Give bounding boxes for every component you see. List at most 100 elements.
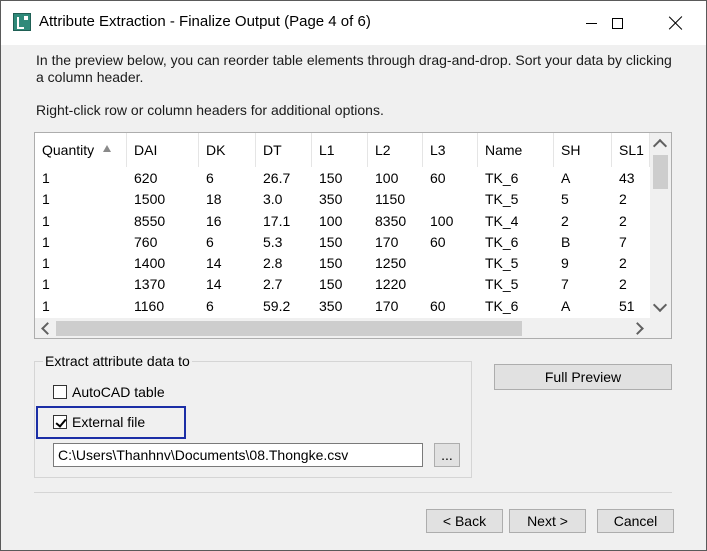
- table-cell: TK_5: [485, 255, 519, 272]
- table-cell: 1500: [134, 191, 166, 208]
- scroll-down-icon[interactable]: [652, 297, 668, 313]
- table-cell: 1: [42, 212, 50, 229]
- table-cell: 2.7: [263, 276, 283, 293]
- column-header-label: L1: [319, 142, 335, 158]
- scrollbar-corner: [650, 318, 671, 338]
- autocad-table-option[interactable]: AutoCAD table: [53, 384, 165, 400]
- window-title: Attribute Extraction - Finalize Output (…: [39, 13, 371, 30]
- instruction-text: In the preview below, you can reorder ta…: [36, 52, 672, 85]
- table-cell: 60: [430, 170, 446, 186]
- column-header[interactable]: DAI: [127, 133, 199, 167]
- browse-button[interactable]: ...: [434, 443, 460, 467]
- close-button[interactable]: [653, 1, 699, 45]
- table-cell: 6: [206, 170, 214, 186]
- table-cell: 5: [561, 191, 569, 208]
- table-cell: 150: [319, 170, 343, 186]
- table-cell: 1150: [375, 191, 406, 208]
- table-cell: 350: [319, 191, 343, 208]
- scroll-up-icon[interactable]: [652, 138, 668, 154]
- table-cell: 1: [42, 255, 50, 272]
- table-cell: 350: [319, 297, 343, 314]
- table-cell: 14: [206, 276, 222, 293]
- column-header[interactable]: SH: [554, 133, 612, 167]
- scroll-left-icon[interactable]: [41, 322, 54, 335]
- scroll-right-icon[interactable]: [631, 322, 644, 335]
- title-bar[interactable]: Attribute Extraction - Finalize Output (…: [1, 1, 706, 45]
- table-cell: 100: [319, 212, 343, 229]
- table-cell: 170: [375, 233, 399, 250]
- autocad-app-icon: [13, 13, 31, 31]
- column-header-label: L3: [430, 142, 446, 158]
- table-row[interactable]: 1 1370 14 2.7 150 1220 TK_5 7 2: [35, 274, 650, 295]
- column-header-label: L2: [375, 142, 391, 158]
- table-row[interactable]: 1 760 6 5.3 150 170 60 TK_6 B 7: [35, 232, 650, 253]
- cancel-button[interactable]: Cancel: [597, 509, 674, 533]
- table-cell: 620: [134, 170, 158, 186]
- maximize-icon: [611, 17, 623, 29]
- table-cell: 150: [319, 233, 343, 250]
- maximize-button[interactable]: [594, 1, 640, 45]
- table-cell: B: [561, 233, 571, 250]
- column-header-label: DT: [263, 142, 282, 158]
- table-cell: 150: [319, 276, 343, 293]
- table-cell: 3.0: [263, 191, 283, 208]
- table-cell: 1160: [134, 297, 165, 314]
- table-cell: 60: [430, 297, 446, 314]
- table-row[interactable]: 1 1160 6 59.2 350 170 60 TK_6 A 51: [35, 296, 650, 317]
- table-cell: 1: [42, 170, 50, 186]
- column-header[interactable]: SL1: [612, 133, 650, 167]
- table-cell: 150: [319, 255, 343, 272]
- grid-header[interactable]: Quantity DAI DK DT L1 L2 L3 Name SH SL1: [35, 133, 650, 167]
- table-cell: 2: [619, 255, 627, 272]
- table-cell: TK_6: [485, 297, 519, 314]
- table-row[interactable]: 1 620 6 26.7 150 100 60 TK_6 A 43: [35, 168, 650, 189]
- table-cell: 26.7: [263, 170, 291, 186]
- vertical-scrollbar[interactable]: [650, 133, 671, 318]
- column-header[interactable]: DK: [199, 133, 256, 167]
- table-cell: 2: [619, 212, 627, 229]
- table-cell: [423, 253, 478, 274]
- table-cell: 100: [430, 212, 454, 229]
- table-cell: 14: [206, 255, 222, 272]
- grid-body[interactable]: 1 620 6 26.7 150 100 60 TK_6 A 43 1 1500 18 3.0 350 115…: [35, 168, 650, 317]
- table-cell: TK_5: [485, 276, 519, 293]
- autocad-table-checkbox[interactable]: [53, 385, 67, 399]
- full-preview-button[interactable]: Full Preview: [494, 364, 672, 390]
- table-row[interactable]: 1 1400 14 2.8 150 1250 TK_5 9 2: [35, 253, 650, 274]
- column-header[interactable]: Name: [478, 133, 554, 167]
- extract-group-title: Extract attribute data to: [43, 353, 192, 369]
- column-header[interactable]: Quantity: [35, 133, 127, 167]
- column-header[interactable]: L2: [368, 133, 423, 167]
- table-cell: 760: [134, 233, 158, 250]
- table-cell: 7: [561, 276, 569, 293]
- sort-ascending-icon: [103, 145, 111, 152]
- table-cell: TK_4: [485, 212, 519, 229]
- table-row[interactable]: 1 1500 18 3.0 350 1150 TK_5 5 2: [35, 189, 650, 210]
- table-row[interactable]: 1 8550 16 17.1 100 8350 100 TK_4 2 2: [35, 211, 650, 232]
- column-header-label: DK: [206, 142, 226, 158]
- column-header[interactable]: L3: [423, 133, 478, 167]
- attribute-extraction-dialog: Attribute Extraction - Finalize Output (…: [0, 0, 707, 551]
- column-header[interactable]: L1: [312, 133, 368, 167]
- table-cell: 51: [619, 297, 635, 314]
- table-cell: [423, 274, 478, 295]
- table-cell: 1400: [134, 255, 166, 272]
- table-cell: 59.2: [263, 297, 291, 314]
- next-button[interactable]: Next >: [509, 509, 586, 533]
- horizontal-scroll-thumb[interactable]: [56, 321, 522, 336]
- table-cell: 2: [619, 276, 627, 293]
- back-button[interactable]: < Back: [426, 509, 503, 533]
- horizontal-scrollbar[interactable]: [35, 318, 650, 338]
- table-cell: 8350: [375, 212, 407, 229]
- vertical-scroll-thumb[interactable]: [653, 155, 668, 189]
- preview-grid[interactable]: Quantity DAI DK DT L1 L2 L3 Name SH SL1 1 620 6 26.7…: [34, 132, 672, 339]
- table-cell: 1: [42, 233, 50, 250]
- table-cell: 170: [375, 297, 399, 314]
- close-icon: [669, 16, 683, 30]
- autocad-table-label: AutoCAD table: [72, 384, 165, 400]
- external-file-highlight: [36, 406, 186, 439]
- file-path-input[interactable]: [53, 443, 423, 467]
- table-cell: 8550: [134, 212, 166, 229]
- column-header[interactable]: DT: [256, 133, 312, 167]
- table-cell: 100: [375, 170, 399, 186]
